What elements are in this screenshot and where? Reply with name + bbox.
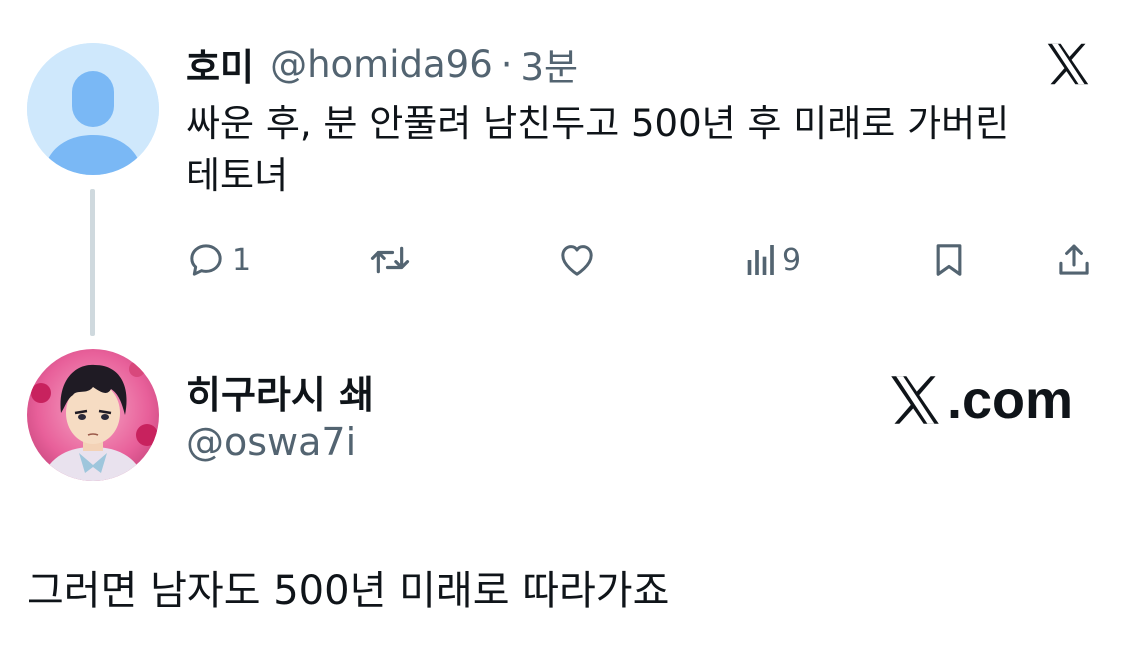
- speech-bubble-icon: [190, 244, 222, 276]
- views-count: 9: [782, 242, 802, 278]
- profile-handle[interactable]: @oswa7i: [186, 420, 356, 464]
- separator-dot: ·: [500, 42, 513, 86]
- thread-connector-line: [90, 189, 95, 336]
- reply-button[interactable]: 1: [186, 240, 251, 280]
- bar-chart-icon: [747, 245, 774, 275]
- user-avatar[interactable]: [27, 349, 159, 481]
- retweet-button[interactable]: [368, 240, 412, 280]
- tweet-header: 호미 @homida96 · 3분: [186, 42, 578, 90]
- x-logo-icon: [891, 376, 939, 424]
- tweet-text: 싸운 후, 분 안풀려 남친두고 500년 후 미래로 가버린 테토녀: [186, 102, 1021, 197]
- like-button[interactable]: [556, 240, 598, 280]
- x-com-watermark: .com: [887, 369, 1073, 431]
- author-display-name[interactable]: 호미: [186, 37, 254, 91]
- default-user-icon: [27, 43, 159, 175]
- share-button[interactable]: [1056, 240, 1092, 280]
- views-button[interactable]: 9: [746, 240, 801, 280]
- x-logo-icon[interactable]: [1045, 41, 1091, 87]
- profile-display-name[interactable]: 히구라시 쇄: [186, 364, 374, 419]
- x-com-text: .com: [947, 370, 1074, 430]
- bookmark-icon: [936, 244, 962, 276]
- anime-avatar-icon: [27, 349, 159, 481]
- retweet-icon: [370, 246, 410, 274]
- tweet-timestamp[interactable]: 3분: [521, 37, 579, 91]
- bookmark-button[interactable]: [932, 240, 966, 280]
- author-handle[interactable]: @homida96: [270, 43, 493, 86]
- reply-count: 1: [232, 242, 252, 278]
- default-avatar[interactable]: [27, 43, 159, 175]
- reply-text: 그러면 남자도 500년 미래로 따라가죠: [27, 568, 670, 614]
- share-upload-icon: [1059, 244, 1089, 275]
- heart-icon: [561, 245, 593, 276]
